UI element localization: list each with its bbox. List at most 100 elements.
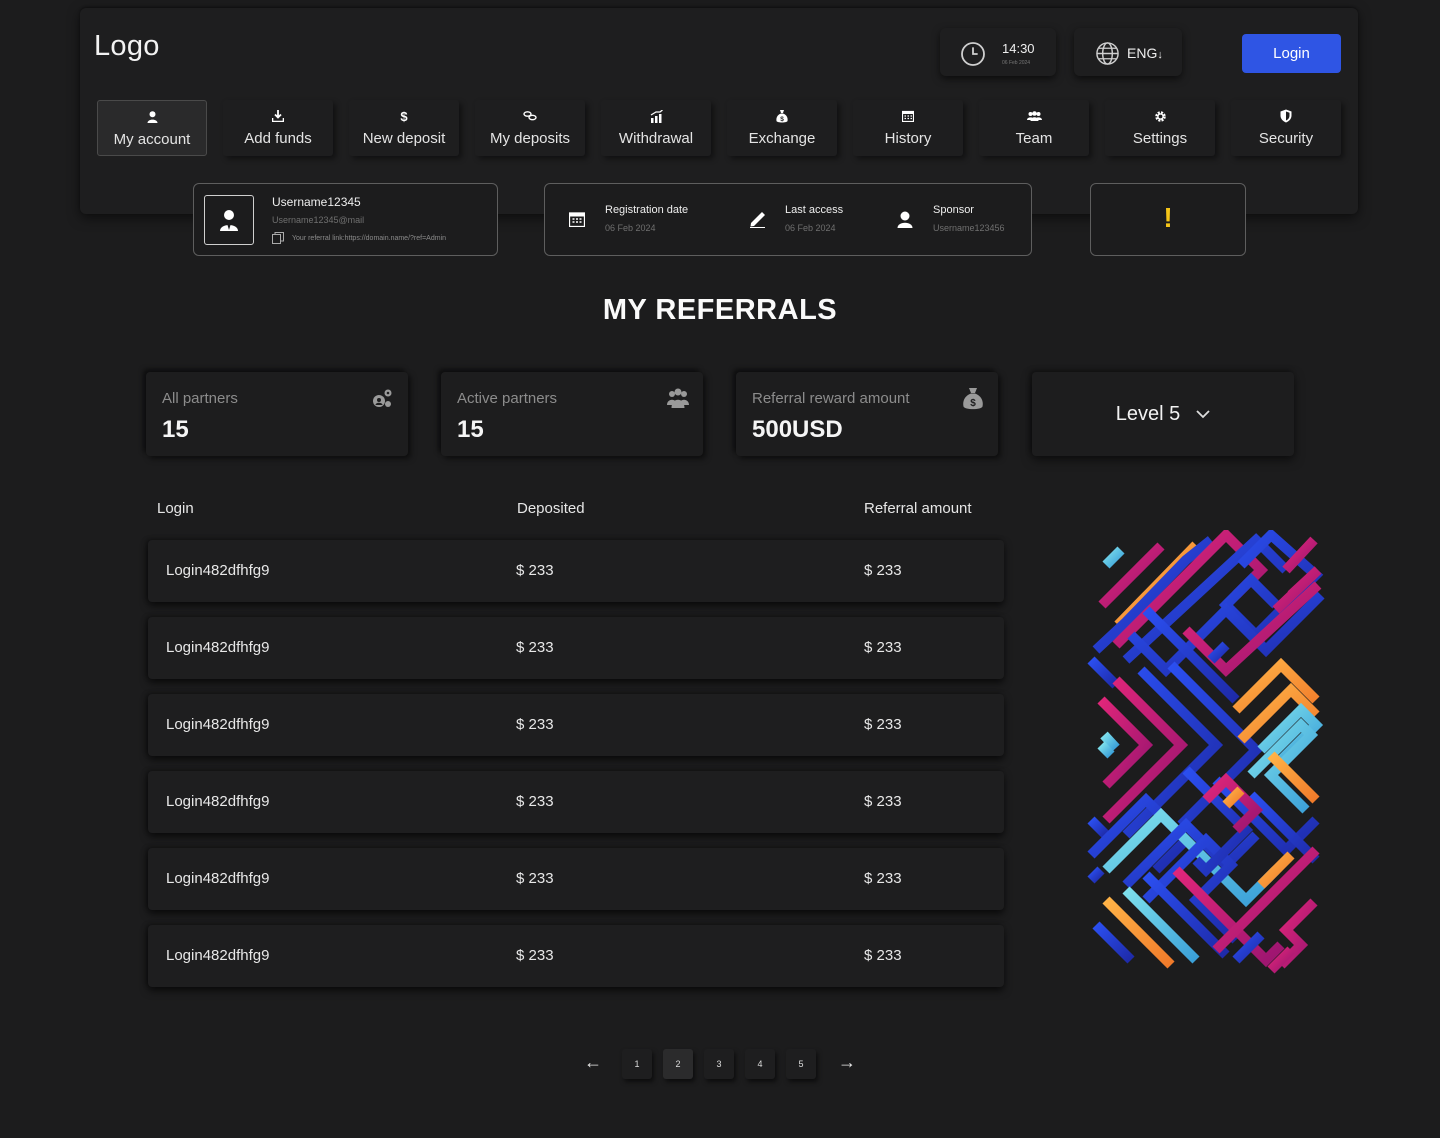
page-button-2[interactable]: 2	[663, 1049, 693, 1079]
nav-withdrawal[interactable]: Withdrawal	[601, 100, 711, 156]
nav-my-deposits[interactable]: My deposits	[475, 100, 585, 156]
referral-link[interactable]: Your referral link:https://domain.name/?…	[272, 232, 446, 244]
nav-exchange[interactable]: $ Exchange	[727, 100, 837, 156]
user-tie-icon	[220, 210, 238, 231]
column-header-referral-amount[interactable]: Referral amount	[864, 500, 972, 517]
stat-value: 15	[162, 416, 189, 443]
cell-referral-amount: $ 233	[864, 870, 902, 887]
registration-label: Registration date	[605, 204, 689, 216]
account-info-card: Registration date 06 Feb 2024 Last acces…	[544, 183, 1032, 256]
shield-icon	[1280, 109, 1292, 123]
download-icon	[272, 109, 284, 123]
nav-settings[interactable]: Settings	[1105, 100, 1215, 156]
cell-referral-amount: $ 233	[864, 716, 902, 733]
prev-page-arrow-icon[interactable]: ←	[584, 1052, 602, 1073]
stat-value: 500USD	[752, 416, 843, 443]
table-row[interactable]: Login482dfhfg9 $ 233 $ 233	[148, 925, 1004, 987]
nav-label: Add funds	[244, 130, 312, 147]
clock-date: 06 Feb 2024	[1002, 60, 1031, 66]
user-email: Username12345@mail	[272, 215, 365, 225]
cell-referral-amount: $ 233	[864, 562, 902, 579]
cell-login: Login482dfhfg9	[166, 639, 270, 656]
nav-label: History	[884, 130, 932, 147]
nav-history[interactable]: History	[853, 100, 963, 156]
page-title: MY REFERRALS	[602, 294, 838, 326]
stat-label: Active partners	[457, 390, 558, 407]
cell-deposited: $ 233	[516, 793, 554, 810]
cell-deposited: $ 233	[516, 947, 554, 964]
gear-icon	[1154, 109, 1167, 123]
language-selector[interactable]: ENG↓	[1074, 28, 1182, 76]
decorative-maze-graphic	[1087, 530, 1325, 974]
nav-label: Team	[1015, 130, 1053, 147]
nav-team[interactable]: Team	[979, 100, 1089, 156]
cell-deposited: $ 233	[516, 639, 554, 656]
partners-network-icon	[373, 389, 392, 407]
calendar-icon	[569, 212, 585, 227]
referral-link-text: Your referral link:https://domain.name/?…	[292, 234, 447, 242]
nav-label: New deposit	[362, 130, 446, 147]
table-row[interactable]: Login482dfhfg9 $ 233 $ 233	[148, 540, 1004, 602]
user-icon	[897, 211, 913, 228]
nav-label: Exchange	[748, 130, 816, 147]
money-bag-icon: $	[963, 388, 983, 410]
stat-label: All partners	[162, 390, 238, 407]
svg-text:$: $	[970, 398, 976, 409]
table-row[interactable]: Login482dfhfg9 $ 233 $ 233	[148, 617, 1004, 679]
globe-icon	[1096, 42, 1119, 65]
cell-login: Login482dfhfg9	[166, 870, 270, 887]
level-dropdown[interactable]: Level 5	[1032, 372, 1294, 456]
money-bag-icon: $	[776, 109, 788, 123]
nav-label: Withdrawal	[618, 130, 694, 147]
cell-referral-amount: $ 233	[864, 793, 902, 810]
page-button-3[interactable]: 3	[704, 1049, 734, 1079]
cell-referral-amount: $ 233	[864, 947, 902, 964]
last-access-label: Last access	[785, 204, 844, 216]
chevron-down-icon	[1196, 409, 1210, 418]
nav-label: Security	[1258, 130, 1314, 147]
language-label: ENG↓	[1127, 45, 1163, 61]
cell-login: Login482dfhfg9	[166, 947, 270, 964]
logo[interactable]: Logo	[94, 30, 160, 63]
cell-deposited: $ 233	[516, 870, 554, 887]
nav-new-deposit[interactable]: $ New deposit	[349, 100, 459, 156]
clock-widget: 14:30 06 Feb 2024	[940, 28, 1056, 76]
chart-up-icon	[650, 109, 663, 123]
table-row[interactable]: Login482dfhfg9 $ 233 $ 233	[148, 771, 1004, 833]
nav-my-account[interactable]: My account	[97, 100, 207, 156]
nav-label: My deposits	[489, 130, 571, 147]
cell-deposited: $ 233	[516, 716, 554, 733]
copy-icon[interactable]	[272, 232, 284, 244]
cell-deposited: $ 233	[516, 562, 554, 579]
coins-icon	[523, 109, 537, 123]
login-button[interactable]: Login	[1242, 34, 1341, 73]
user-card: Username12345 Username12345@mail Your re…	[193, 183, 498, 256]
team-icon	[1026, 109, 1042, 123]
page-button-1[interactable]: 1	[622, 1049, 652, 1079]
calendar-icon	[902, 109, 914, 123]
pagination: ← 1 2 3 4 5 →	[0, 1046, 1440, 1082]
cell-referral-amount: $ 233	[864, 639, 902, 656]
svg-text:$: $	[780, 116, 784, 123]
stat-referral-reward: Referral reward amount 500USD $	[736, 372, 998, 456]
exclamation-icon: !	[1163, 202, 1173, 233]
cell-login: Login482dfhfg9	[166, 562, 270, 579]
column-header-login[interactable]: Login	[157, 500, 194, 517]
page-button-5[interactable]: 5	[786, 1049, 816, 1079]
cell-login: Login482dfhfg9	[166, 716, 270, 733]
alert-card[interactable]: !	[1090, 183, 1246, 256]
nav-add-funds[interactable]: Add funds	[223, 100, 333, 156]
table-row[interactable]: Login482dfhfg9 $ 233 $ 233	[148, 694, 1004, 756]
table-row[interactable]: Login482dfhfg9 $ 233 $ 233	[148, 848, 1004, 910]
nav-label: My account	[113, 131, 191, 148]
level-selected: Level 5	[1115, 402, 1181, 425]
stat-active-partners: Active partners 15	[441, 372, 703, 456]
stat-all-partners: All partners 15	[146, 372, 408, 456]
sponsor-value: Username123456	[933, 223, 1005, 233]
nav-security[interactable]: Security	[1231, 100, 1341, 156]
column-header-deposited[interactable]: Deposited	[517, 500, 585, 517]
last-access-value: 06 Feb 2024	[785, 223, 836, 233]
cell-login: Login482dfhfg9	[166, 793, 270, 810]
next-page-arrow-icon[interactable]: →	[838, 1052, 856, 1073]
page-button-4[interactable]: 4	[745, 1049, 775, 1079]
